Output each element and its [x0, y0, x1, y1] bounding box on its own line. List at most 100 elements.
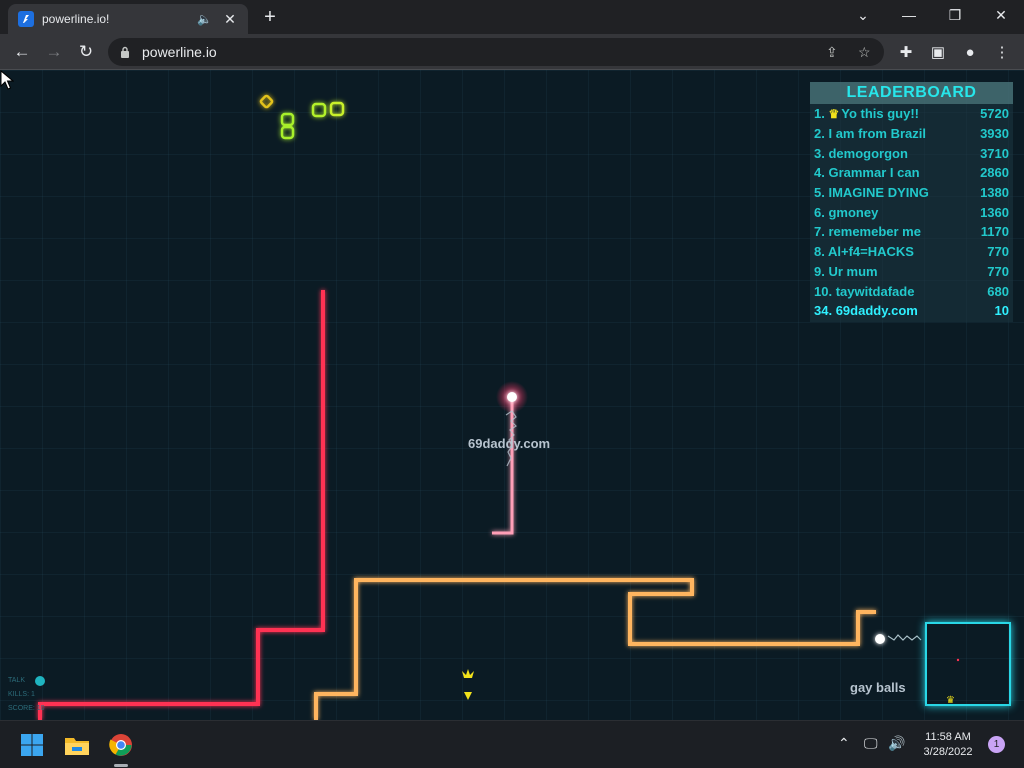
chrome-icon: [109, 734, 132, 756]
leaderboard-rank: 3.: [814, 145, 825, 161]
orange-snake-trail: [314, 578, 876, 720]
leaderboard-rank: 5.: [814, 185, 825, 201]
profile-icon[interactable]: ●: [956, 38, 984, 66]
forward-button[interactable]: →: [40, 38, 68, 66]
food-pellet: [329, 101, 345, 117]
leaderboard-score: 770: [987, 263, 1009, 279]
speaker-icon[interactable]: 🔈: [197, 12, 212, 26]
leaderboard-rank: 9.: [814, 263, 825, 279]
red-snake-trail: [38, 290, 325, 720]
game-canvas[interactable]: LEADERBOARD 1. ♛ Yo this guy!! 5720 2. I am…: [0, 70, 1024, 720]
url-text: powerline.io: [142, 44, 217, 60]
leaderboard-player-name: Al+f4=HACKS: [827, 244, 914, 260]
leaderboard-rank: 10.: [814, 283, 833, 299]
network-monitor-icon[interactable]: 🖵: [864, 735, 878, 752]
leader-crown-icon: ♛: [828, 107, 840, 122]
leaderboard-row: 9. Ur mum 770: [810, 262, 1013, 282]
player-snake-head: [507, 392, 517, 402]
leaderboard-row: 7. rememeber me 1170: [810, 222, 1013, 242]
windows-logo-icon: [21, 734, 43, 756]
leaderboard-row: 2. I am from Brazil 3930: [810, 124, 1013, 144]
tab-strip: powerline.io! 🔈 ✕ + ⌄ — ❐ ✕: [0, 0, 1024, 34]
lock-icon[interactable]: [120, 46, 130, 58]
leaderboard-player-name: demogorgon: [828, 145, 908, 161]
leaderboard-score: 1380: [980, 185, 1009, 201]
tray-chevron-icon[interactable]: ⌃: [838, 735, 850, 752]
clock-time: 11:58 AM: [925, 731, 971, 743]
restore-button[interactable]: ❐: [932, 0, 978, 30]
leaderboard-score: 2860: [980, 165, 1009, 181]
address-bar[interactable]: powerline.io ⇪ ☆: [108, 38, 884, 66]
leaderboard-player-name: Grammar I can: [828, 165, 920, 181]
chrome-active-indicator: [114, 764, 128, 767]
leaderboard-rank: 6.: [814, 204, 825, 220]
chrome-button[interactable]: [103, 727, 139, 763]
leaderboard-row: 4. Grammar I can 2860: [810, 163, 1013, 183]
leaderboard-row: 6. gmoney 1360: [810, 202, 1013, 222]
leaderboard-self-row: 34. 69daddy.com 10: [810, 301, 1013, 321]
browser-menu-icon[interactable]: ⋮: [988, 38, 1016, 66]
leaderboard-row: 10. taywitdafade 680: [810, 281, 1013, 301]
leaderboard-score: 3710: [980, 145, 1009, 161]
enemy-name-label: gay balls: [850, 680, 906, 695]
self-name: 69daddy.com: [835, 303, 918, 319]
leaderboard-rank: 4.: [814, 165, 825, 181]
minimap-crown-icon: ♛: [946, 695, 955, 706]
enemy-snake-head: [875, 634, 885, 644]
tab-close-icon[interactable]: ✕: [222, 11, 238, 28]
tab-title: powerline.io!: [42, 12, 110, 26]
self-rank: 34.: [814, 303, 833, 319]
minimap: [925, 622, 1011, 706]
mouse-cursor-icon: [0, 70, 14, 90]
powerline-favicon-icon: [18, 11, 34, 27]
extensions-icon[interactable]: ✚: [892, 38, 920, 66]
leaderboard-rank: 8.: [814, 244, 825, 260]
leaderboard-row: 8. Al+f4=HACKS 770: [810, 242, 1013, 262]
leaderboard-player-name: gmoney: [828, 204, 879, 220]
back-button[interactable]: ←: [8, 38, 36, 66]
leaderboard-player-name: I am from Brazil: [828, 126, 926, 142]
new-tab-button[interactable]: +: [260, 6, 280, 28]
notification-badge[interactable]: 1: [988, 736, 1005, 753]
folder-icon: [65, 738, 89, 755]
leaderboard-score: 3930: [980, 126, 1009, 142]
leaderboard-rank: 2.: [814, 126, 825, 142]
file-explorer-button[interactable]: [59, 727, 95, 763]
leaderboard-rank: 1.: [814, 106, 825, 122]
king-direction-marker: [464, 692, 472, 700]
score-label: SCORE: 10: [8, 705, 45, 712]
kills-label: KILLS: 1: [8, 691, 35, 698]
player-name-label: 69daddy.com: [468, 436, 551, 451]
leaderboard: LEADERBOARD 1. ♛ Yo this guy!! 5720 2. I am…: [810, 82, 1013, 322]
share-icon[interactable]: ⇪: [826, 44, 838, 61]
volume-icon[interactable]: 🔊: [888, 735, 905, 752]
leaderboard-row: 1. ♛ Yo this guy!! 5720: [810, 104, 1013, 124]
leaderboard-score: 5720: [980, 106, 1009, 122]
leaderboard-player-name: rememeber me: [828, 224, 921, 240]
leaderboard-row: 5. IMAGINE DYING 1380: [810, 183, 1013, 203]
clock[interactable]: 11:58 AM 3/28/2022: [912, 730, 984, 760]
start-button[interactable]: [14, 727, 50, 763]
food-pellet: [311, 102, 327, 118]
leaderboard-player-name: Ur mum: [828, 263, 878, 279]
bookmark-star-icon[interactable]: ☆: [858, 44, 871, 61]
leaderboard-score: 680: [987, 283, 1009, 299]
leaderboard-row: 3. demogorgon 3710: [810, 143, 1013, 163]
leaderboard-player-name: IMAGINE DYING: [828, 185, 929, 201]
tab-powerline[interactable]: powerline.io! 🔈 ✕: [8, 4, 248, 34]
player-snake-trail: [492, 400, 514, 535]
self-score: 10: [994, 303, 1009, 319]
leaderboard-rank: 7.: [814, 224, 825, 240]
leaderboard-score: 770: [987, 244, 1009, 260]
window-close-button[interactable]: ✕: [978, 0, 1024, 30]
side-panel-icon[interactable]: ▣: [924, 38, 952, 66]
leaderboard-score: 1360: [980, 204, 1009, 220]
talk-label[interactable]: TALK: [8, 674, 45, 688]
leaderboard-player-name: Yo this guy!!: [841, 106, 919, 122]
minimize-button[interactable]: —: [886, 0, 932, 30]
leaderboard-player-name: taywitdafade: [835, 283, 915, 299]
reload-button[interactable]: ↻: [72, 38, 100, 66]
food-pellets: [259, 94, 345, 140]
tab-search-chevron-icon[interactable]: ⌄: [840, 0, 886, 30]
windows-taskbar: ⌃ 🖵 🔊 11:58 AM 3/28/2022 1: [0, 720, 1024, 768]
